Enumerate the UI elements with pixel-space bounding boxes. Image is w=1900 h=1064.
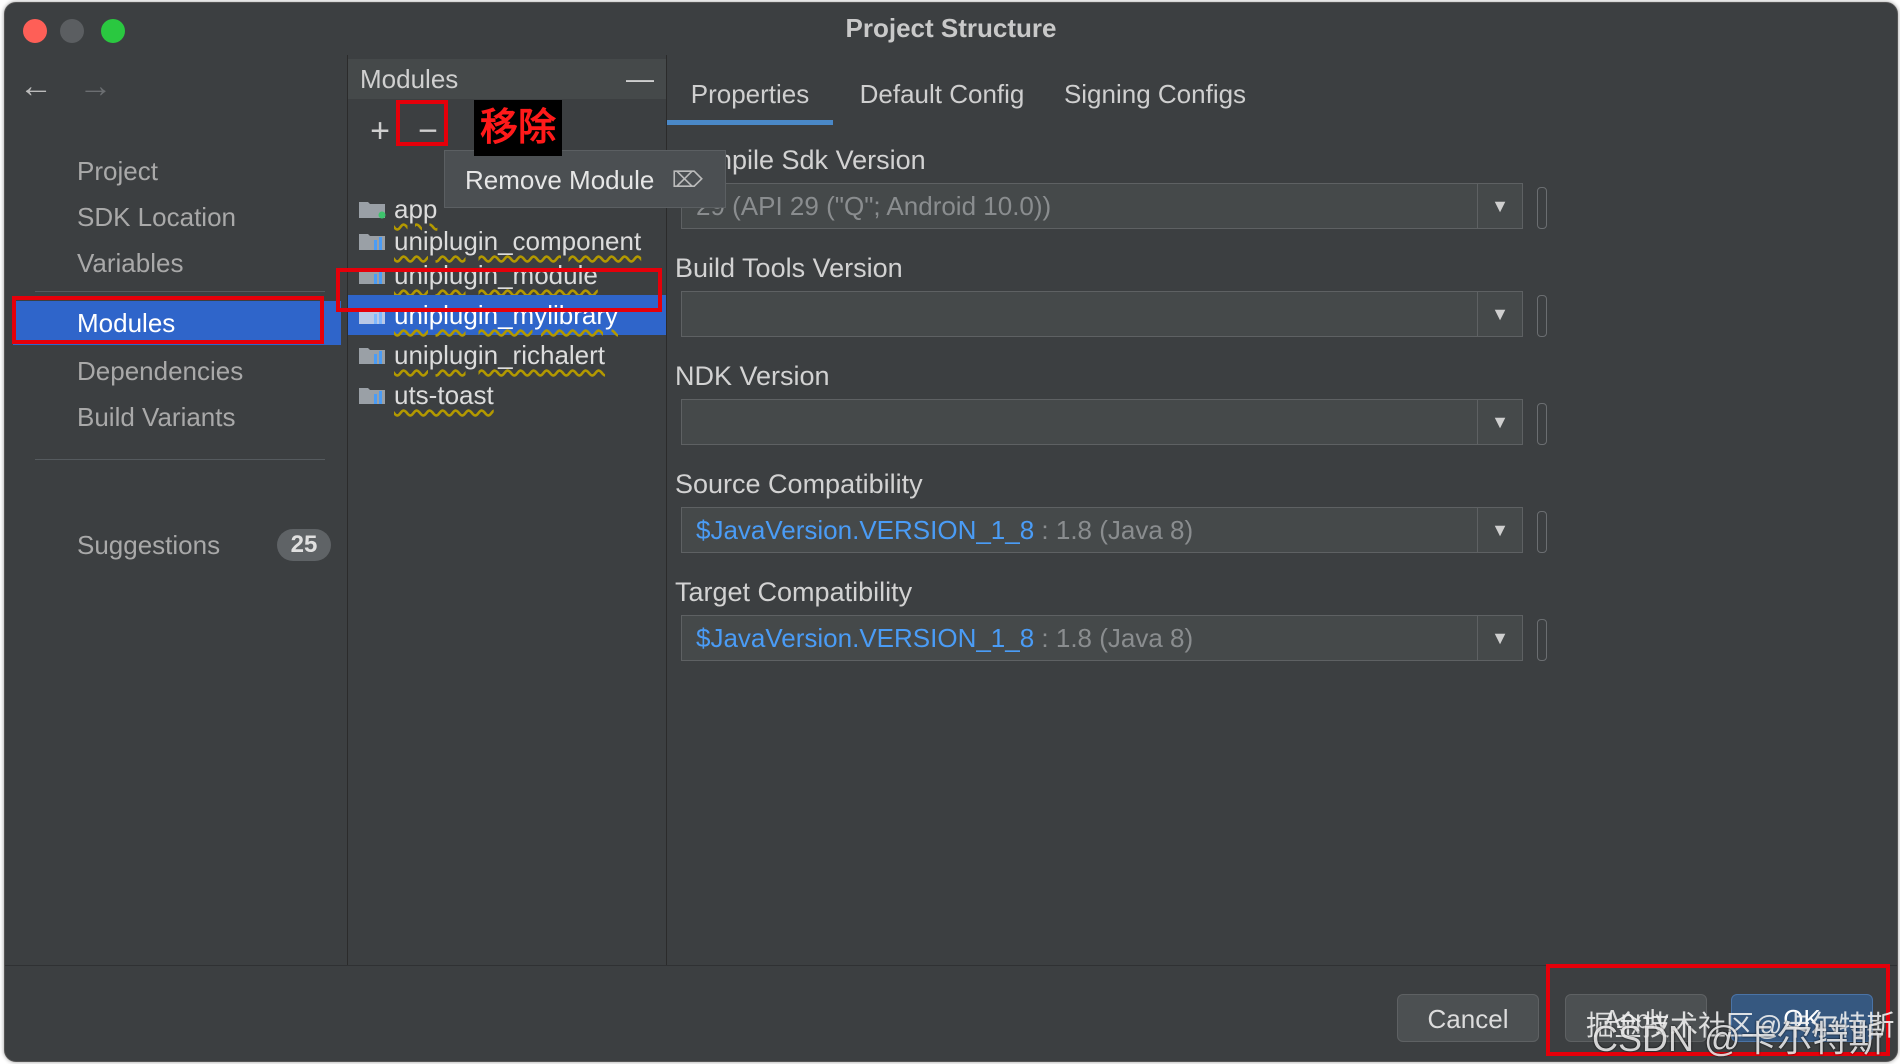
nav-arrows: ← → <box>19 67 128 106</box>
modules-header: Modules — <box>348 59 666 99</box>
chevron-down-icon[interactable]: ▼ <box>1477 508 1522 552</box>
chevron-down-icon[interactable]: ▼ <box>1477 184 1522 228</box>
field-side-handle <box>1537 187 1547 229</box>
add-module-button[interactable]: + <box>360 111 400 151</box>
tab-bar: Properties Default Config Signing Config… <box>667 63 1897 125</box>
library-module-icon <box>359 388 385 404</box>
highlight-modules-nav <box>12 296 324 344</box>
ndk-version-label: NDK Version <box>675 361 830 391</box>
modules-header-title: Modules <box>360 64 459 94</box>
field-side-handle <box>1537 295 1547 337</box>
module-name: uts-toast <box>394 380 494 410</box>
suggestions-count-badge: 25 <box>277 529 331 561</box>
compile-sdk-combo[interactable]: 29 (API 29 ("Q"; Android 10.0)) ▼ <box>681 183 1523 229</box>
target-compat-suffix: : 1.8 (Java 8) <box>1034 623 1194 653</box>
target-compat-label: Target Compatibility <box>675 577 913 607</box>
collapse-panel-icon[interactable]: — <box>626 59 654 99</box>
ndk-version-combo[interactable]: ▼ <box>681 399 1523 445</box>
app-module-icon <box>359 202 386 219</box>
field-side-handle <box>1537 619 1547 661</box>
watermark-text-csdn: CSDN @卡尔特斯 <box>1592 1018 1885 1059</box>
annotation-label: 移除 <box>474 100 562 156</box>
title-bar: Project Structure <box>5 3 1897 55</box>
nav-item-build-variants[interactable]: Build Variants <box>13 395 341 439</box>
compile-sdk-value: 29 (API 29 ("Q"; Android 10.0)) <box>696 191 1052 221</box>
source-compat-combo[interactable]: $JavaVersion.VERSION_1_8 : 1.8 (Java 8) … <box>681 507 1523 553</box>
module-name: uniplugin_component <box>394 226 642 256</box>
module-name: uniplugin_richalert <box>394 340 606 370</box>
back-arrow-icon[interactable]: ← <box>19 67 69 106</box>
module-item-uniplugin-richalert[interactable]: uniplugin_richalert <box>348 335 666 375</box>
window-title: Project Structure <box>845 13 1057 43</box>
library-module-icon <box>359 348 385 364</box>
delete-key-icon: ⌦ <box>671 167 703 192</box>
field-side-handle <box>1537 511 1547 553</box>
target-compat-combo[interactable]: $JavaVersion.VERSION_1_8 : 1.8 (Java 8) … <box>681 615 1523 661</box>
highlight-remove-button <box>396 100 448 146</box>
remove-module-tooltip: Remove Module ⌦ <box>444 150 726 208</box>
library-module-icon <box>359 234 385 250</box>
tooltip-text: Remove Module <box>465 165 655 195</box>
nav-item-project[interactable]: Project <box>13 149 341 193</box>
source-compat-suffix: : 1.8 (Java 8) <box>1034 515 1194 545</box>
nav-item-variables[interactable]: Variables <box>13 241 341 285</box>
tab-signing-configs[interactable]: Signing Configs <box>1057 63 1253 125</box>
nav-divider <box>35 291 325 292</box>
nav-divider <box>35 459 325 460</box>
forward-arrow-icon[interactable]: → <box>78 67 128 106</box>
left-navigation: ← → Project SDK Location Variables Modul… <box>5 55 345 965</box>
chevron-down-icon[interactable]: ▼ <box>1477 292 1522 336</box>
source-compat-link: $JavaVersion.VERSION_1_8 <box>696 515 1035 545</box>
module-name: app <box>394 194 438 224</box>
chevron-down-icon[interactable]: ▼ <box>1477 616 1522 660</box>
nav-item-sdk-location[interactable]: SDK Location <box>13 195 341 239</box>
chevron-down-icon[interactable]: ▼ <box>1477 400 1522 444</box>
project-structure-window: Project Structure ← → Project SDK Locati… <box>4 2 1898 1062</box>
tab-default-config[interactable]: Default Config <box>853 63 1031 125</box>
tab-properties[interactable]: Properties <box>667 63 833 125</box>
properties-panel: Properties Default Config Signing Config… <box>667 55 1897 965</box>
cancel-button[interactable]: Cancel <box>1397 994 1539 1042</box>
module-item-uts-toast[interactable]: uts-toast <box>348 375 666 415</box>
field-side-handle <box>1537 403 1547 445</box>
source-compat-label: Source Compatibility <box>675 469 923 499</box>
build-tools-label: Build Tools Version <box>675 253 903 283</box>
highlight-selected-module <box>336 268 662 312</box>
nav-item-dependencies[interactable]: Dependencies <box>13 349 341 393</box>
build-tools-combo[interactable]: ▼ <box>681 291 1523 337</box>
target-compat-link: $JavaVersion.VERSION_1_8 <box>696 623 1035 653</box>
